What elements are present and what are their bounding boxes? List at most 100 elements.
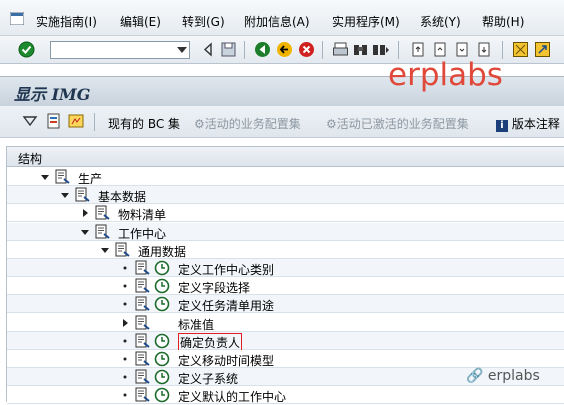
documentation-icon[interactable] <box>46 113 62 129</box>
activated-bc-sets-label: 活动已激活的业务配置集 <box>336 117 469 131</box>
favorites-icon[interactable] <box>68 113 84 129</box>
tree-node-label[interactable]: 定义子系统 <box>178 370 238 387</box>
documentation-icon[interactable] <box>134 351 151 367</box>
bc-set-icon: ⚙ <box>194 117 205 131</box>
documentation-icon[interactable] <box>134 387 151 403</box>
documentation-icon[interactable] <box>134 260 151 276</box>
find-next-icon[interactable] <box>372 41 389 58</box>
tree-node-label[interactable]: 定义字段选择 <box>178 279 250 296</box>
leaf-bullet-icon <box>123 266 127 270</box>
exit-icon[interactable] <box>276 41 293 58</box>
window-menu-icon[interactable] <box>10 12 24 25</box>
back-icon[interactable] <box>254 41 271 58</box>
menu-item-utilities[interactable]: 实用程序(M) <box>332 13 400 30</box>
tree-node-label[interactable]: 物料清单 <box>118 206 166 223</box>
expanded-node-icon[interactable] <box>80 227 90 237</box>
execute-clock-icon[interactable] <box>154 333 171 349</box>
menu-item-help[interactable]: 帮助(H) <box>482 13 524 30</box>
print-icon[interactable] <box>332 41 349 58</box>
tree-header-label: 结构 <box>18 152 43 166</box>
tree-node-label[interactable]: 生产 <box>78 170 102 187</box>
shortcut-icon[interactable] <box>534 41 551 58</box>
tree-row[interactable]: 定义任务清单用途 <box>7 295 564 314</box>
back-arrow-icon[interactable] <box>200 41 217 58</box>
tree-row[interactable]: 工作中心 <box>7 222 564 242</box>
leaf-bullet-icon <box>123 393 127 397</box>
documentation-icon[interactable] <box>74 187 91 203</box>
documentation-icon[interactable] <box>54 169 71 185</box>
tree-node-label[interactable]: 定义默认的工作中心 <box>178 388 286 405</box>
documentation-icon[interactable] <box>134 278 151 294</box>
img-structure-tree: 结构 生产 基本数据 物料清单工作中心 通用数据 定义工作中心类别 定义字段选择 定义任务清… <box>6 146 564 405</box>
execute-clock-icon[interactable] <box>154 351 171 367</box>
tree-header: 结构 <box>7 147 564 167</box>
leaf-bullet-icon <box>123 357 127 361</box>
active-bc-sets-button[interactable]: ⚙活动的业务配置集 <box>194 115 301 132</box>
next-page-icon[interactable] <box>454 41 471 58</box>
bc-set-icon: ⚙ <box>326 117 337 131</box>
documentation-icon[interactable] <box>94 205 111 221</box>
tree-row[interactable]: 定义移动时间模型 <box>7 350 564 368</box>
info-icon: i <box>496 120 508 132</box>
menu-bar: 实施指南(I) 编辑(E) 转到(G) 附加信息(A) 实用程序(M) 系统(Y… <box>0 0 564 36</box>
footer-watermark-label: erplabs <box>487 368 540 384</box>
activated-bc-sets-button[interactable]: ⚙活动已激活的业务配置集 <box>326 115 469 132</box>
watermark: erplabs <box>388 57 503 93</box>
tree-row[interactable]: 基本数据 <box>7 186 564 205</box>
tree-node-label[interactable]: 确定负责人 <box>178 332 243 352</box>
cancel-icon[interactable] <box>298 41 315 58</box>
menu-item-guide[interactable]: 实施指南(I) <box>36 13 97 30</box>
leaf-bullet-icon <box>123 339 127 343</box>
tree-node-label[interactable]: 通用数据 <box>138 243 186 260</box>
existing-bc-sets-button[interactable]: 现有的 BC 集 <box>108 115 180 132</box>
menu-item-edit[interactable]: 编辑(E) <box>120 13 161 30</box>
tree-node-label[interactable]: 定义移动时间模型 <box>178 352 274 369</box>
title-bar: 显示 IMG erplabs <box>0 57 564 106</box>
expanded-node-icon[interactable] <box>60 190 70 200</box>
execute-clock-icon[interactable] <box>154 278 171 294</box>
tree-row[interactable]: 标准值 <box>7 313 564 333</box>
first-page-icon[interactable] <box>410 41 427 58</box>
menu-item-extras[interactable]: 附加信息(A) <box>244 13 310 30</box>
tree-row[interactable]: 生产 <box>7 168 564 186</box>
tree-row[interactable]: 确定负责人 <box>7 331 564 352</box>
save-icon[interactable] <box>220 41 237 58</box>
leaf-bullet-icon <box>123 284 127 288</box>
expanded-node-icon[interactable] <box>100 245 110 255</box>
previous-page-icon[interactable] <box>432 41 449 58</box>
find-icon[interactable] <box>352 41 369 58</box>
release-notes-button[interactable]: i 版本注释 <box>496 115 560 132</box>
menu-item-system[interactable]: 系统(Y) <box>420 13 461 30</box>
tree-node-label[interactable]: 基本数据 <box>98 188 146 205</box>
documentation-icon[interactable] <box>134 315 151 331</box>
tree-row[interactable]: 定义工作中心类别 <box>7 259 564 277</box>
command-field[interactable] <box>50 41 190 59</box>
last-page-icon[interactable] <box>476 41 493 58</box>
tree-node-label[interactable]: 定义任务清单用途 <box>178 297 274 314</box>
documentation-icon[interactable] <box>94 224 111 240</box>
menu-item-goto[interactable]: 转到(G) <box>182 13 225 30</box>
collapsed-node-icon[interactable] <box>80 208 90 218</box>
leaf-bullet-icon <box>123 375 127 379</box>
expanded-node-icon[interactable] <box>40 172 50 182</box>
execute-clock-icon[interactable] <box>154 296 171 312</box>
documentation-icon[interactable] <box>114 242 131 258</box>
execute-clock-icon[interactable] <box>154 387 171 403</box>
enter-check-icon[interactable] <box>18 41 35 58</box>
execute-clock-icon[interactable] <box>154 369 171 385</box>
tree-node-label[interactable]: 工作中心 <box>118 225 166 242</box>
tree-row[interactable]: 通用数据 <box>7 240 564 260</box>
documentation-icon[interactable] <box>134 333 151 349</box>
collapse-tree-icon[interactable] <box>22 113 38 129</box>
tree-row[interactable]: 定义字段选择 <box>7 277 564 296</box>
leaf-bullet-icon <box>123 302 127 306</box>
new-session-icon[interactable] <box>512 41 529 58</box>
execute-clock-icon[interactable] <box>154 260 171 276</box>
documentation-icon[interactable] <box>134 296 151 312</box>
tree-node-label[interactable]: 标准值 <box>178 316 214 333</box>
tree-node-label[interactable]: 定义工作中心类别 <box>178 261 274 278</box>
documentation-icon[interactable] <box>134 369 151 385</box>
chevron-down-icon[interactable] <box>177 47 187 53</box>
tree-row[interactable]: 物料清单 <box>7 204 564 223</box>
collapsed-node-icon[interactable] <box>120 318 130 328</box>
